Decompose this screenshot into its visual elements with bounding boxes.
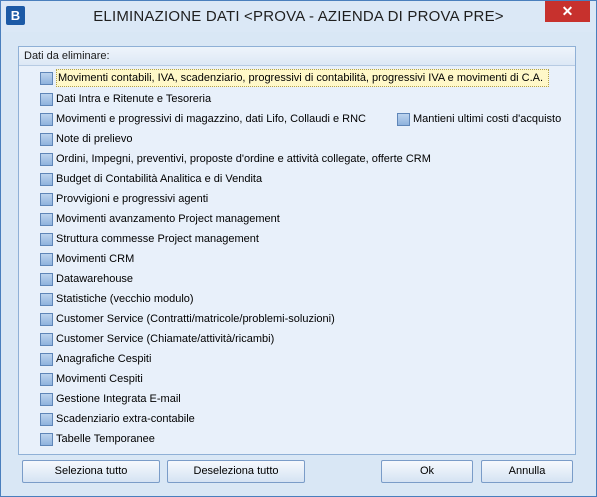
option-label: Note di prelievo	[56, 133, 133, 145]
checkbox[interactable]	[40, 413, 53, 426]
checkbox[interactable]	[40, 113, 53, 126]
option-label: Movimenti contabili, IVA, scadenziario, …	[56, 69, 550, 87]
checkbox[interactable]	[40, 233, 53, 246]
option-label: Ordini, Impegni, preventivi, proposte d'…	[56, 153, 431, 165]
option-label: Customer Service (Chiamate/attività/rica…	[56, 333, 275, 345]
checkbox[interactable]	[40, 373, 53, 386]
option-label: Datawarehouse	[56, 273, 134, 285]
checkbox[interactable]	[40, 93, 53, 106]
checkbox[interactable]	[40, 193, 53, 206]
checkbox[interactable]	[40, 72, 53, 85]
checkbox[interactable]	[40, 213, 53, 226]
checkbox[interactable]	[40, 173, 53, 186]
option-label: Movimenti avanzamento Project management	[56, 213, 280, 225]
checkbox[interactable]	[40, 313, 53, 326]
option-label: Mantieni ultimi costi d'acquisto	[413, 113, 562, 125]
checkbox[interactable]	[40, 293, 53, 306]
deselect-all-button[interactable]: Deseleziona tutto	[167, 460, 305, 483]
checkbox[interactable]	[40, 153, 53, 166]
checkbox[interactable]	[40, 333, 53, 346]
option-label: Scadenziario extra-contabile	[56, 413, 195, 425]
option-label: Movimenti Cespiti	[56, 373, 143, 385]
option-label: Struttura commesse Project management	[56, 233, 259, 245]
checkbox[interactable]	[397, 113, 410, 126]
checkbox[interactable]	[40, 353, 53, 366]
window-title: ELIMINAZIONE DATI <PROVA - AZIENDA DI PR…	[93, 8, 504, 25]
checkbox[interactable]	[40, 253, 53, 266]
dialog-window: B ELIMINAZIONE DATI <PROVA - AZIENDA DI …	[0, 0, 597, 497]
option-label: Movimenti CRM	[56, 253, 135, 265]
option-label: Customer Service (Contratti/matricole/pr…	[56, 313, 335, 325]
option-label: Anagrafiche Cespiti	[56, 353, 152, 365]
option-label: Movimenti e progressivi di magazzino, da…	[56, 113, 366, 125]
checkbox[interactable]	[40, 273, 53, 286]
checkbox[interactable]	[40, 433, 53, 446]
title-bar: B ELIMINAZIONE DATI <PROVA - AZIENDA DI …	[1, 1, 596, 32]
cancel-button[interactable]: Annulla	[481, 460, 573, 483]
group-header: Dati da eliminare:	[19, 47, 575, 66]
option-label: Provvigioni e progressivi agenti	[56, 193, 209, 205]
ok-button[interactable]: Ok	[381, 460, 473, 483]
option-label: Statistiche (vecchio modulo)	[56, 293, 194, 305]
select-all-button[interactable]: Seleziona tutto	[22, 460, 160, 483]
checkbox[interactable]	[40, 393, 53, 406]
close-button[interactable]: ✕	[545, 1, 590, 22]
option-label: Budget di Contabilità Analitica e di Ven…	[56, 173, 263, 185]
option-label: Gestione Integrata E-mail	[56, 393, 181, 405]
option-label: Dati Intra e Ritenute e Tesoreria	[56, 93, 212, 105]
checkbox[interactable]	[40, 133, 53, 146]
option-label: Tabelle Temporanee	[56, 433, 155, 445]
